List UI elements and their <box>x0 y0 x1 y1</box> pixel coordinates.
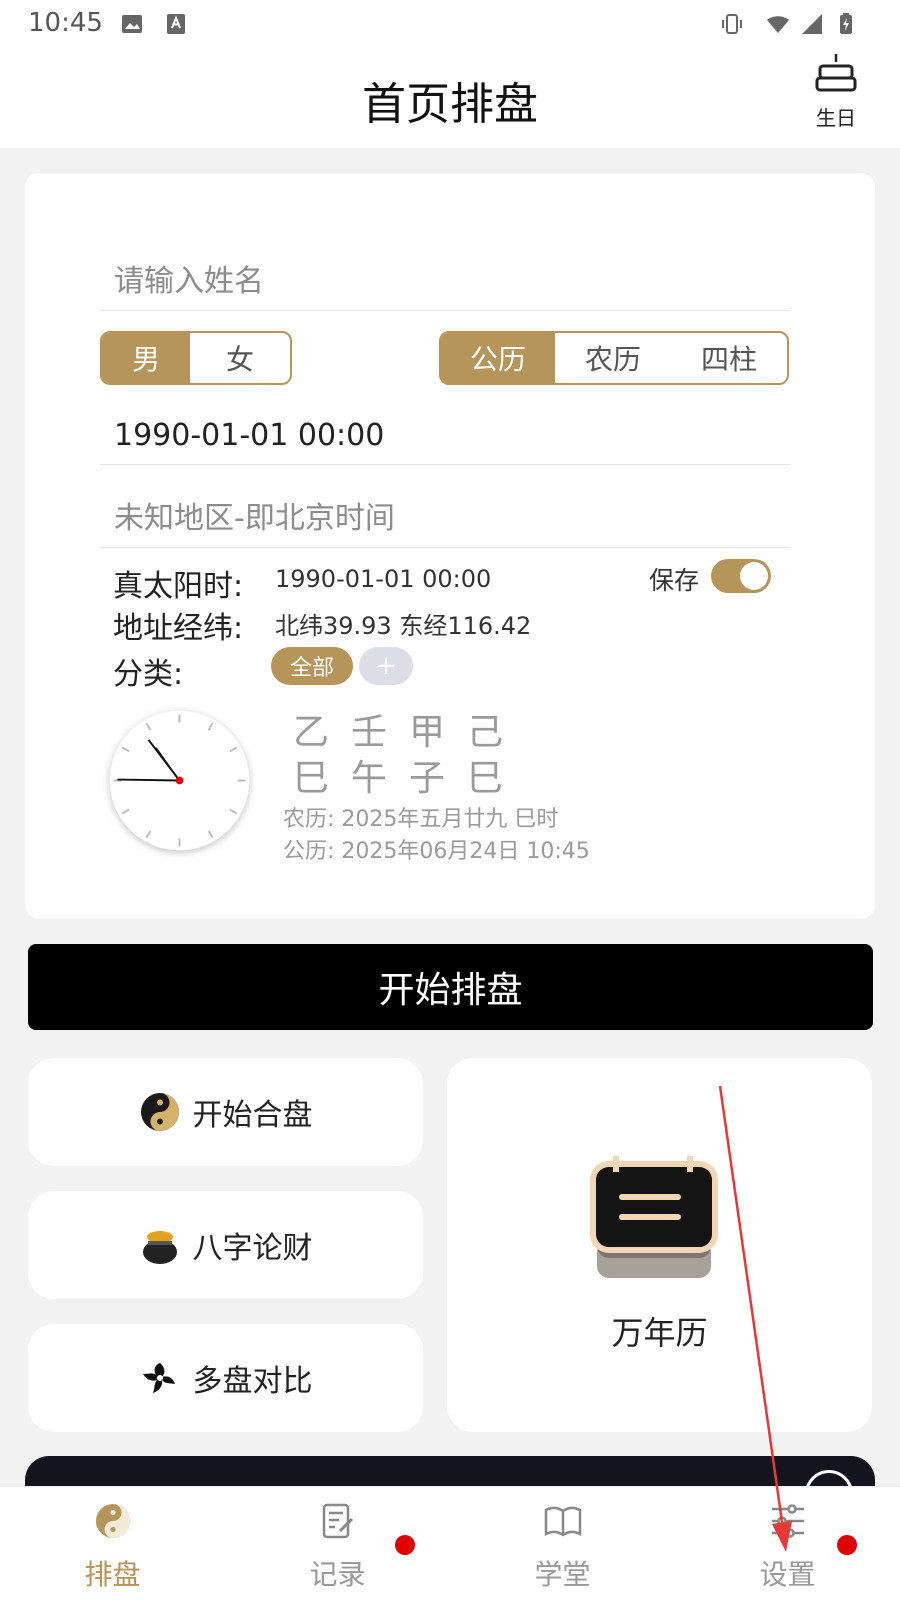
gender-female-option[interactable]: 女 <box>190 333 290 383</box>
chart-input-card: 男 女 公历 农历 四柱 1990-01-01 00:00 未知地区-即北京时间… <box>25 173 875 919</box>
sliders-icon <box>771 1504 804 1538</box>
status-time: 10:45 <box>28 8 103 38</box>
perpetual-calendar-label: 万年历 <box>611 1314 708 1352</box>
tab-settings-label: 设置 <box>759 1558 816 1591</box>
records-badge-dot <box>395 1535 415 1555</box>
coordinates-label: 地址经纬: <box>113 611 244 646</box>
yin-yang-icon <box>140 1093 179 1131</box>
bottom-tab-bar: 排盘 记录 学堂 设置 <box>0 1486 900 1600</box>
category-chip-all[interactable]: 全部 <box>271 647 353 685</box>
bazi-wealth-label: 八字论财 <box>192 1231 313 1266</box>
money-bag-icon <box>142 1231 177 1264</box>
top-header: 首页排盘 生日 <box>0 52 900 148</box>
tab-school-label: 学堂 <box>534 1558 591 1591</box>
bazi-branches: 巳午子巳 <box>293 758 526 799</box>
notes-edit-icon <box>322 1503 353 1539</box>
start-hepan-label: 开始合盘 <box>192 1098 313 1133</box>
multi-compare-label: 多盘对比 <box>192 1364 313 1399</box>
calendar-four-pillars-option[interactable]: 四柱 <box>671 333 787 383</box>
tab-paipan[interactable]: 排盘 <box>0 1487 225 1600</box>
page-title: 首页排盘 <box>362 79 538 130</box>
tab-paipan-label: 排盘 <box>84 1558 141 1591</box>
save-toggle[interactable] <box>711 559 771 593</box>
calendar-type-selector: 公历 农历 四柱 <box>439 331 789 385</box>
triskele-icon <box>142 1363 175 1393</box>
multi-compare-tile[interactable]: 多盘对比 <box>28 1324 423 1432</box>
category-label: 分类: <box>113 657 184 692</box>
battery-icon <box>840 13 852 34</box>
tab-school[interactable]: 学堂 <box>450 1487 675 1600</box>
open-book-icon <box>544 1506 581 1537</box>
calendar-solar-option[interactable]: 公历 <box>441 333 555 383</box>
start-chart-button[interactable]: 开始排盘 <box>28 944 873 1030</box>
current-solar-date: 公历: 2025年06月24日 10:45 <box>283 839 590 864</box>
yin-yang-tab-icon <box>95 1504 130 1538</box>
birth-region-field[interactable]: 未知地区-即北京时间 <box>100 490 790 548</box>
perpetual-calendar-tile[interactable]: 万年历 <box>447 1058 872 1432</box>
solar-time-value: 1990-01-01 00:00 <box>275 565 492 593</box>
gender-male-option[interactable]: 男 <box>102 333 190 383</box>
calendar-book-icon <box>590 1156 718 1278</box>
calendar-lunar-option[interactable]: 农历 <box>555 333 671 383</box>
save-toggle-knob <box>740 562 768 590</box>
coordinates-value: 北纬39.93 东经116.42 <box>275 612 532 640</box>
birthday-cake-icon <box>815 54 857 92</box>
name-input[interactable] <box>100 253 790 311</box>
solar-time-label: 真太阳时: <box>113 569 244 604</box>
category-add-button[interactable]: + <box>359 647 413 685</box>
wifi-icon <box>767 16 789 33</box>
current-lunar-date: 农历: 2025年五月廿九 巳时 <box>283 807 559 832</box>
bazi-stems: 乙壬甲己 <box>293 712 526 753</box>
app-notification-icon <box>167 14 185 34</box>
birth-datetime-field[interactable]: 1990-01-01 00:00 <box>100 407 790 465</box>
bazi-wealth-tile[interactable]: 八字论财 <box>28 1191 423 1299</box>
birthday-button[interactable]: 生日 <box>800 52 872 142</box>
vibrate-icon <box>722 14 742 34</box>
image-notification-icon <box>122 15 142 33</box>
tab-settings[interactable]: 设置 <box>675 1487 900 1600</box>
tab-records[interactable]: 记录 <box>225 1487 450 1600</box>
settings-badge-dot <box>837 1535 857 1555</box>
start-hepan-tile[interactable]: 开始合盘 <box>28 1058 423 1166</box>
save-label: 保存 <box>649 566 700 595</box>
tab-records-label: 记录 <box>309 1558 366 1591</box>
status-bar: 10:45 <box>0 0 900 52</box>
birthday-label: 生日 <box>816 106 856 130</box>
gender-selector: 男 女 <box>100 331 292 385</box>
clock-icon <box>109 710 250 851</box>
cell-signal-icon <box>802 14 822 34</box>
